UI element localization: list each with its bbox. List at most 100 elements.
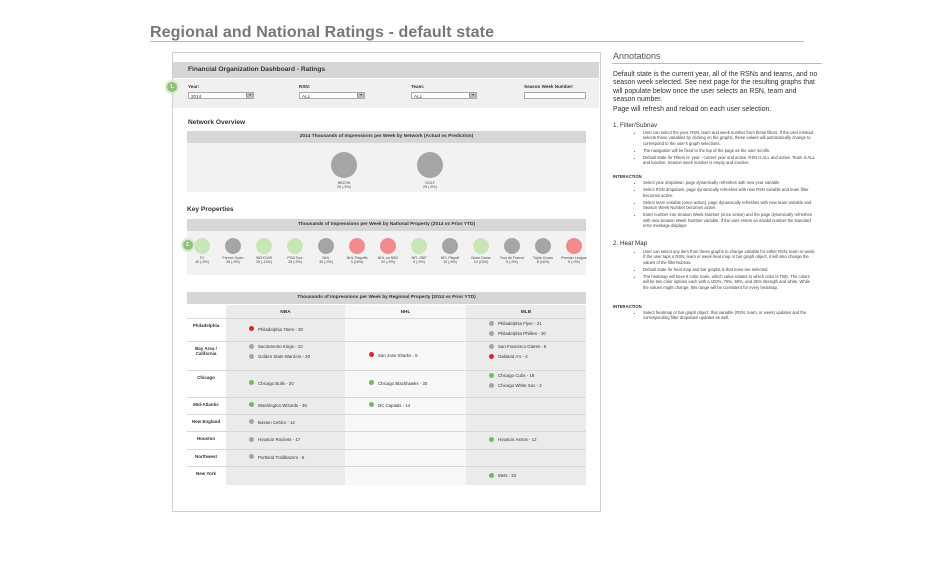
- rsn-filter-label: RSN:: [299, 84, 311, 89]
- property-bubble[interactable]: [442, 238, 458, 254]
- team-item-label: Boston Celtics - 12: [258, 419, 295, 425]
- property-value: 35 (-9%): [288, 260, 302, 265]
- team-item-label: Houston Astros - 12: [498, 437, 537, 442]
- property-bubble[interactable]: [287, 238, 303, 254]
- team-item[interactable]: Golden State Warriors - 20: [249, 353, 310, 360]
- team-item[interactable]: Washington Wizards - 30: [249, 402, 307, 409]
- network-bubble-nbcsn[interactable]: [331, 152, 357, 178]
- team-item[interactable]: Chicago Blackhawks - 30: [369, 380, 427, 387]
- property-bubble[interactable]: [256, 238, 272, 254]
- team-item[interactable]: Philadelphia Phillies - 20: [489, 330, 546, 337]
- team-item[interactable]: Oakland A's - 4: [489, 353, 528, 360]
- annotation-bullet: Default state for heat map and bar graph…: [643, 267, 816, 272]
- team-item[interactable]: Houston Astros - 12: [489, 436, 537, 443]
- annotations-refresh-note: Page will refresh and reload on each use…: [613, 106, 772, 113]
- team-item[interactable]: Houston Rockets - 17: [249, 436, 300, 443]
- property-bubble-label: NHL Playoffs 3 (16%): [342, 256, 372, 265]
- row-divider: [187, 397, 586, 398]
- property-bubble-label: NFL Playoff 10 (-9%): [435, 256, 465, 265]
- team-heat-dot: [249, 402, 254, 408]
- team-item[interactable]: Chicago White Sox - 2: [489, 382, 542, 389]
- team-item[interactable]: Sacramento Kings - 10: [249, 343, 303, 350]
- annotations-divider: [612, 63, 822, 64]
- property-value: 5 (-9%): [413, 260, 425, 265]
- team-item-label: Sacramento Kings - 10: [258, 344, 303, 349]
- annotation-bullet: The navigation will be fixed to the top …: [643, 148, 816, 153]
- column-header-mlb: MLB: [520, 310, 532, 315]
- team-item[interactable]: Mets - 22: [489, 472, 516, 479]
- team-item[interactable]: Portland Trailblazers - 5: [249, 454, 304, 461]
- property-bubble-label: Triple Crown 8 (16%): [528, 256, 558, 265]
- team-item[interactable]: San Francisco Giants - 5: [489, 343, 546, 350]
- region-label: Bay Area / California: [195, 346, 217, 356]
- title-divider: [150, 41, 804, 42]
- region-label: Northwest: [194, 454, 217, 459]
- region-label: Mid-Atlantic: [193, 402, 219, 407]
- property-bubble[interactable]: [504, 238, 520, 254]
- property-bubble[interactable]: [318, 238, 334, 254]
- property-bubble[interactable]: [411, 238, 427, 254]
- interaction-label: INTERACTION: [613, 304, 642, 309]
- annotation-bullet: Enter number into Season Week Number (on…: [643, 212, 816, 228]
- team-heat-dot: [249, 343, 254, 349]
- rsn-select[interactable]: ALL ▼: [299, 92, 365, 99]
- chevron-down-icon: ▼: [357, 93, 364, 98]
- dashboard-title: Financial Organization Dashboard - Ratin…: [188, 66, 326, 73]
- network-bubble-label: GOLF 25 (-9%): [410, 181, 450, 190]
- key-properties-title: Key Properties: [187, 206, 234, 213]
- team-item[interactable]: San Jose Sharks - 5: [369, 352, 418, 359]
- property-bubble-label: F1 40 (-9%): [187, 256, 217, 265]
- annotation-bullet: Select RSN dropdown, page dynamically re…: [643, 187, 816, 198]
- network-chart-body: [187, 143, 586, 192]
- property-bubble[interactable]: [566, 238, 582, 254]
- annotation-bullet: User can select the year, RSN, team and …: [643, 130, 816, 146]
- team-select[interactable]: ALL ▼: [411, 92, 477, 99]
- annotation-heading-filter: 1. Filter/Subnav: [613, 122, 658, 129]
- team-item[interactable]: Philadelphia 76ers - 30: [249, 326, 303, 333]
- team-heat-dot: [249, 436, 254, 442]
- team-item[interactable]: DC Capitals - 14: [369, 402, 411, 409]
- row-divider: [187, 431, 586, 432]
- team-heat-dot: [369, 380, 374, 386]
- property-value: 40 (-9%): [195, 260, 209, 265]
- interaction-label: INTERACTION: [613, 174, 642, 179]
- season-week-label: Season Week Number:: [524, 84, 574, 89]
- property-bubble[interactable]: [473, 238, 489, 254]
- chevron-down-icon: ▼: [469, 93, 476, 98]
- network-chart-header: 2014 Thousands of Impressions per Week b…: [187, 131, 586, 143]
- annotation-bullet: Select year dropdown, page dynamically r…: [643, 180, 816, 185]
- team-item[interactable]: Boston Celtics - 12: [249, 419, 295, 426]
- property-bubble[interactable]: [535, 238, 551, 254]
- row-divider: [187, 318, 586, 319]
- network-bubble-label: NBCSN 25 (-9%): [324, 181, 364, 190]
- team-heat-dot: [249, 419, 254, 425]
- property-bubble[interactable]: [349, 238, 365, 254]
- team-heat-dot: [249, 380, 254, 386]
- team-item[interactable]: Chicago Bulls - 20: [249, 380, 294, 387]
- team-heat-dot: [489, 330, 494, 336]
- year-select[interactable]: 2014 ▼: [188, 92, 254, 99]
- annotation-filter-bullets: User can select the year, RSN, team and …: [636, 130, 816, 168]
- column-header-nhl: NHL: [400, 310, 411, 315]
- step-marker-1: 1.: [165, 80, 179, 94]
- key-properties-chart-header: Thousands of Impressions per Week by Nat…: [187, 219, 586, 231]
- property-value: 8 (16%): [536, 260, 550, 265]
- regional-chart-header: Thousands of Impressions per Week by Reg…: [187, 292, 586, 304]
- property-bubble[interactable]: [380, 238, 396, 254]
- property-value: 30 (-9%): [319, 260, 333, 265]
- property-value: 10 (13%): [473, 260, 489, 265]
- region-label: Philadelphia: [192, 323, 220, 328]
- property-bubble[interactable]: [225, 238, 241, 254]
- team-item[interactable]: Chicago Cubs - 18: [489, 372, 535, 379]
- property-bubble[interactable]: [194, 238, 210, 254]
- season-week-input[interactable]: [524, 92, 586, 99]
- team-item[interactable]: Philadelphia Flyer - 21: [489, 320, 542, 327]
- team-heat-dot: [369, 402, 374, 408]
- step-marker-2: 2.: [181, 238, 195, 252]
- annotation-heatmap-interactions: Select heatmap or bar graph object, that…: [636, 310, 816, 323]
- property-bubble-label: NHL 30 (-9%): [311, 256, 341, 265]
- team-item-label: Chicago Cubs - 18: [498, 373, 535, 378]
- network-bubble-golf[interactable]: [417, 152, 443, 178]
- team-item-label: DC Capitals - 14: [378, 402, 411, 408]
- year-select-value: 2014: [191, 94, 202, 99]
